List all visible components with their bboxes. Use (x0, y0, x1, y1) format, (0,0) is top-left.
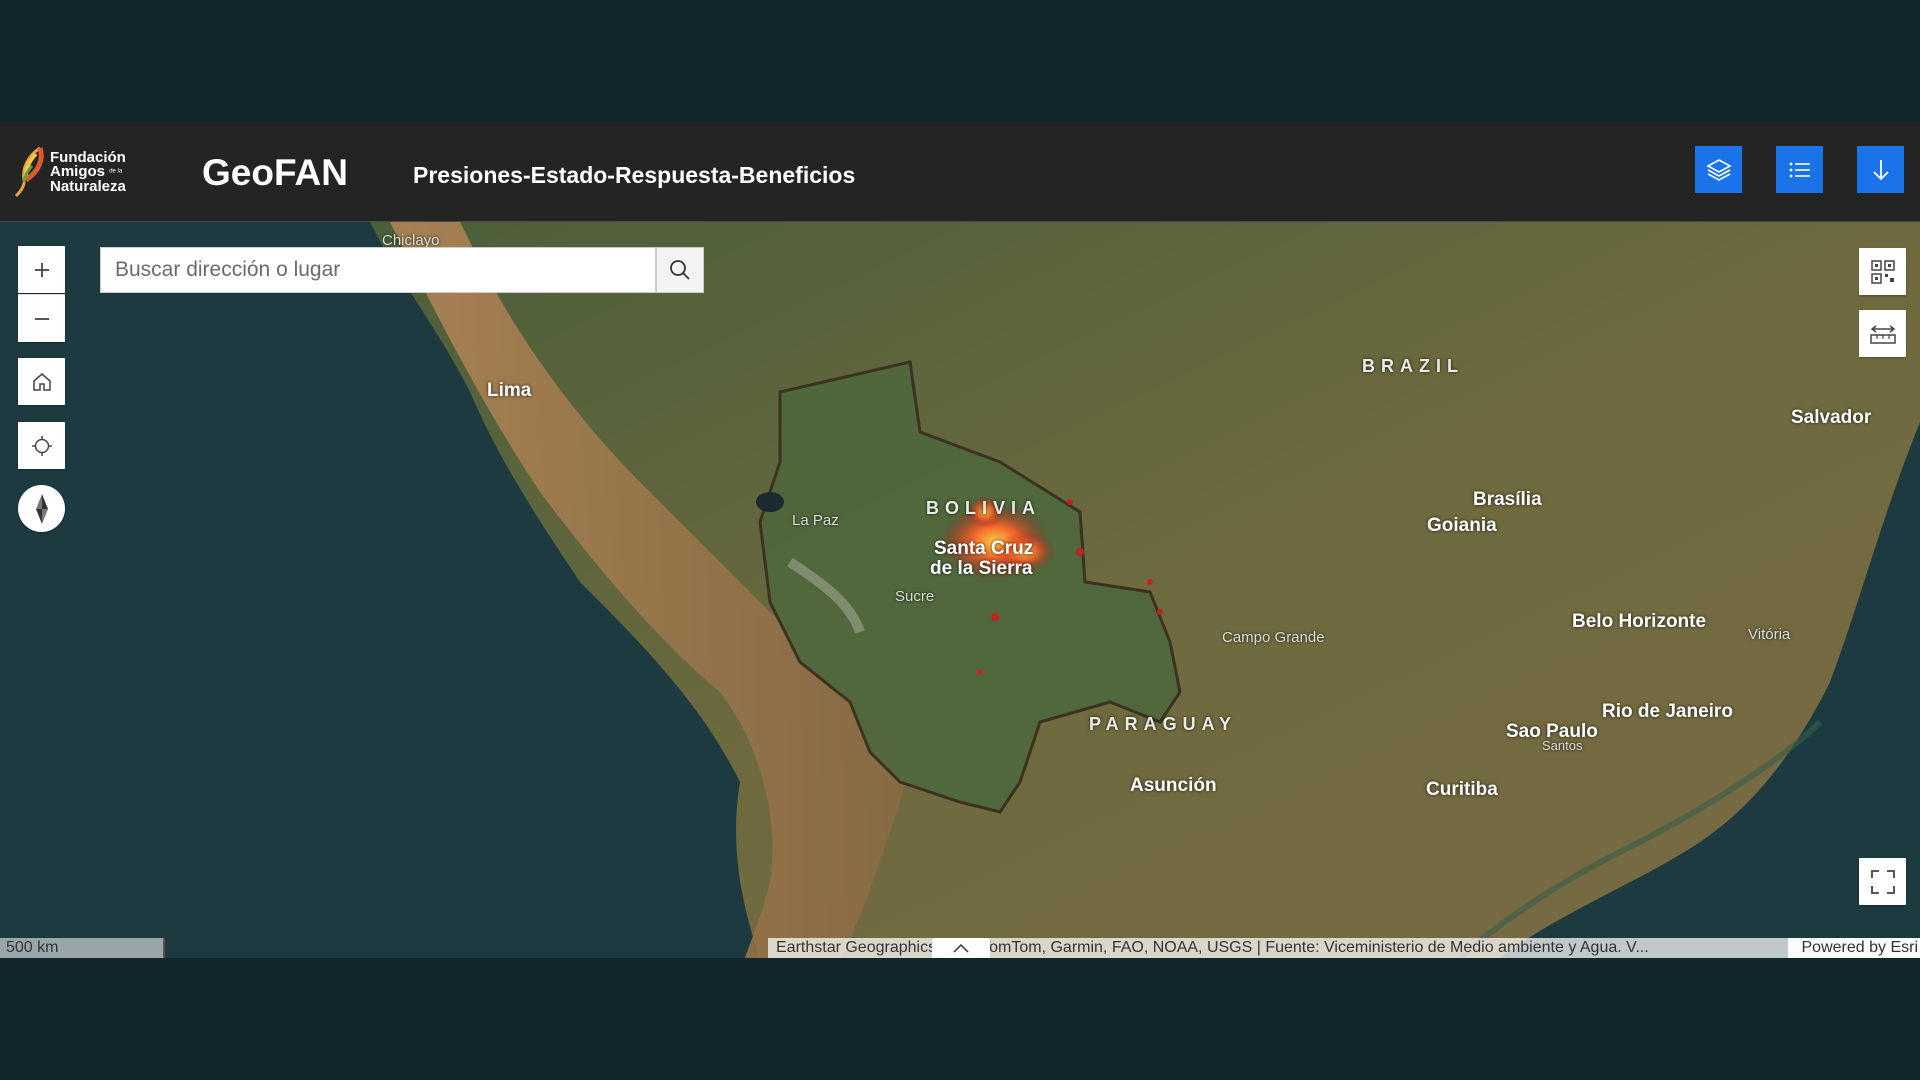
layers-button[interactable] (1695, 146, 1742, 193)
zoom-in-button[interactable] (18, 246, 65, 293)
zoom-out-button[interactable] (18, 294, 65, 342)
measure-button[interactable] (1859, 310, 1906, 357)
search-button[interactable] (656, 247, 704, 293)
app-title: GeoFAN (202, 152, 348, 193)
map-label-belo-horizonte: Belo Horizonte (1572, 611, 1707, 632)
app-header: Fundación Amigos de la Naturaleza GeoFAN… (0, 122, 1920, 222)
map-label-curitiba: Curitiba (1426, 779, 1498, 800)
map-label-bolivia: BOLIVIA (926, 498, 1042, 518)
search-input[interactable] (113, 257, 637, 283)
map-label-campo-grande: Campo Grande (1222, 629, 1325, 646)
qr-code-button[interactable] (1859, 248, 1906, 295)
powered-by-esri-link[interactable]: Powered by Esri (1787, 938, 1920, 958)
measure-icon (1869, 324, 1896, 344)
geofan-app: Fundación Amigos de la Naturaleza GeoFAN… (0, 122, 1920, 958)
download-button[interactable] (1857, 146, 1904, 193)
plus-icon (34, 262, 49, 277)
list-icon (1789, 162, 1810, 177)
map-label-santa-cruz: Santa Cruz (934, 538, 1034, 559)
arrow-down-icon (1872, 159, 1889, 180)
attribution-expand-button[interactable] (932, 938, 990, 958)
fullscreen-icon (1870, 869, 1895, 894)
map-label-asuncion: Asunción (1130, 775, 1217, 796)
fan-logo: Fundación Amigos de la Naturaleza (14, 146, 126, 200)
map-label-rio-de-janeiro: Rio de Janeiro (1602, 701, 1733, 722)
map-label-vitoria: Vitória (1748, 626, 1791, 643)
map-view[interactable]: Chiclayo Lima BRAZIL Salvador BOLIVIA La… (0, 222, 1920, 958)
map-label-la-paz: La Paz (792, 512, 839, 529)
attribution-bar: Earthstar Geographics, Esri, TomTom, Gar… (768, 938, 1920, 958)
chevron-up-icon (953, 943, 969, 953)
map-label-brasilia: Brasília (1473, 489, 1542, 510)
map-label-salvador: Salvador (1791, 407, 1872, 428)
scale-bar: 500 km (0, 938, 165, 958)
home-icon (32, 372, 51, 391)
legend-button[interactable] (1776, 146, 1823, 193)
app-subtitle: Presiones-Estado-Respuesta-Beneficios (413, 162, 856, 188)
search-box (100, 247, 656, 293)
feather-logo-icon (14, 146, 44, 198)
crosshair-icon (31, 435, 52, 456)
basemap-imagery (0, 222, 1920, 958)
map-label-paraguay: PARAGUAY (1089, 714, 1238, 734)
minus-icon (34, 317, 49, 320)
compass-icon (35, 493, 48, 524)
fullscreen-button[interactable] (1859, 858, 1906, 905)
map-label-lima: Lima (487, 380, 532, 401)
map-label-goiania: Goiania (1427, 515, 1497, 536)
search-icon (670, 260, 690, 280)
layers-icon (1705, 158, 1732, 181)
map-label-sucre: Sucre (895, 588, 935, 605)
logo-text-line3: Naturaleza (50, 178, 126, 195)
attribution-text: Earthstar Geographics, Esri, TomTom, Gar… (776, 939, 1649, 956)
map-label-santos: Santos (1542, 738, 1583, 753)
home-button[interactable] (18, 358, 65, 405)
map-label-de-la-sierra: de la Sierra (930, 558, 1033, 579)
compass-button[interactable] (18, 485, 65, 532)
map-label-brazil: BRAZIL (1362, 356, 1464, 376)
locate-button[interactable] (18, 422, 65, 469)
qr-code-icon (1870, 259, 1895, 284)
